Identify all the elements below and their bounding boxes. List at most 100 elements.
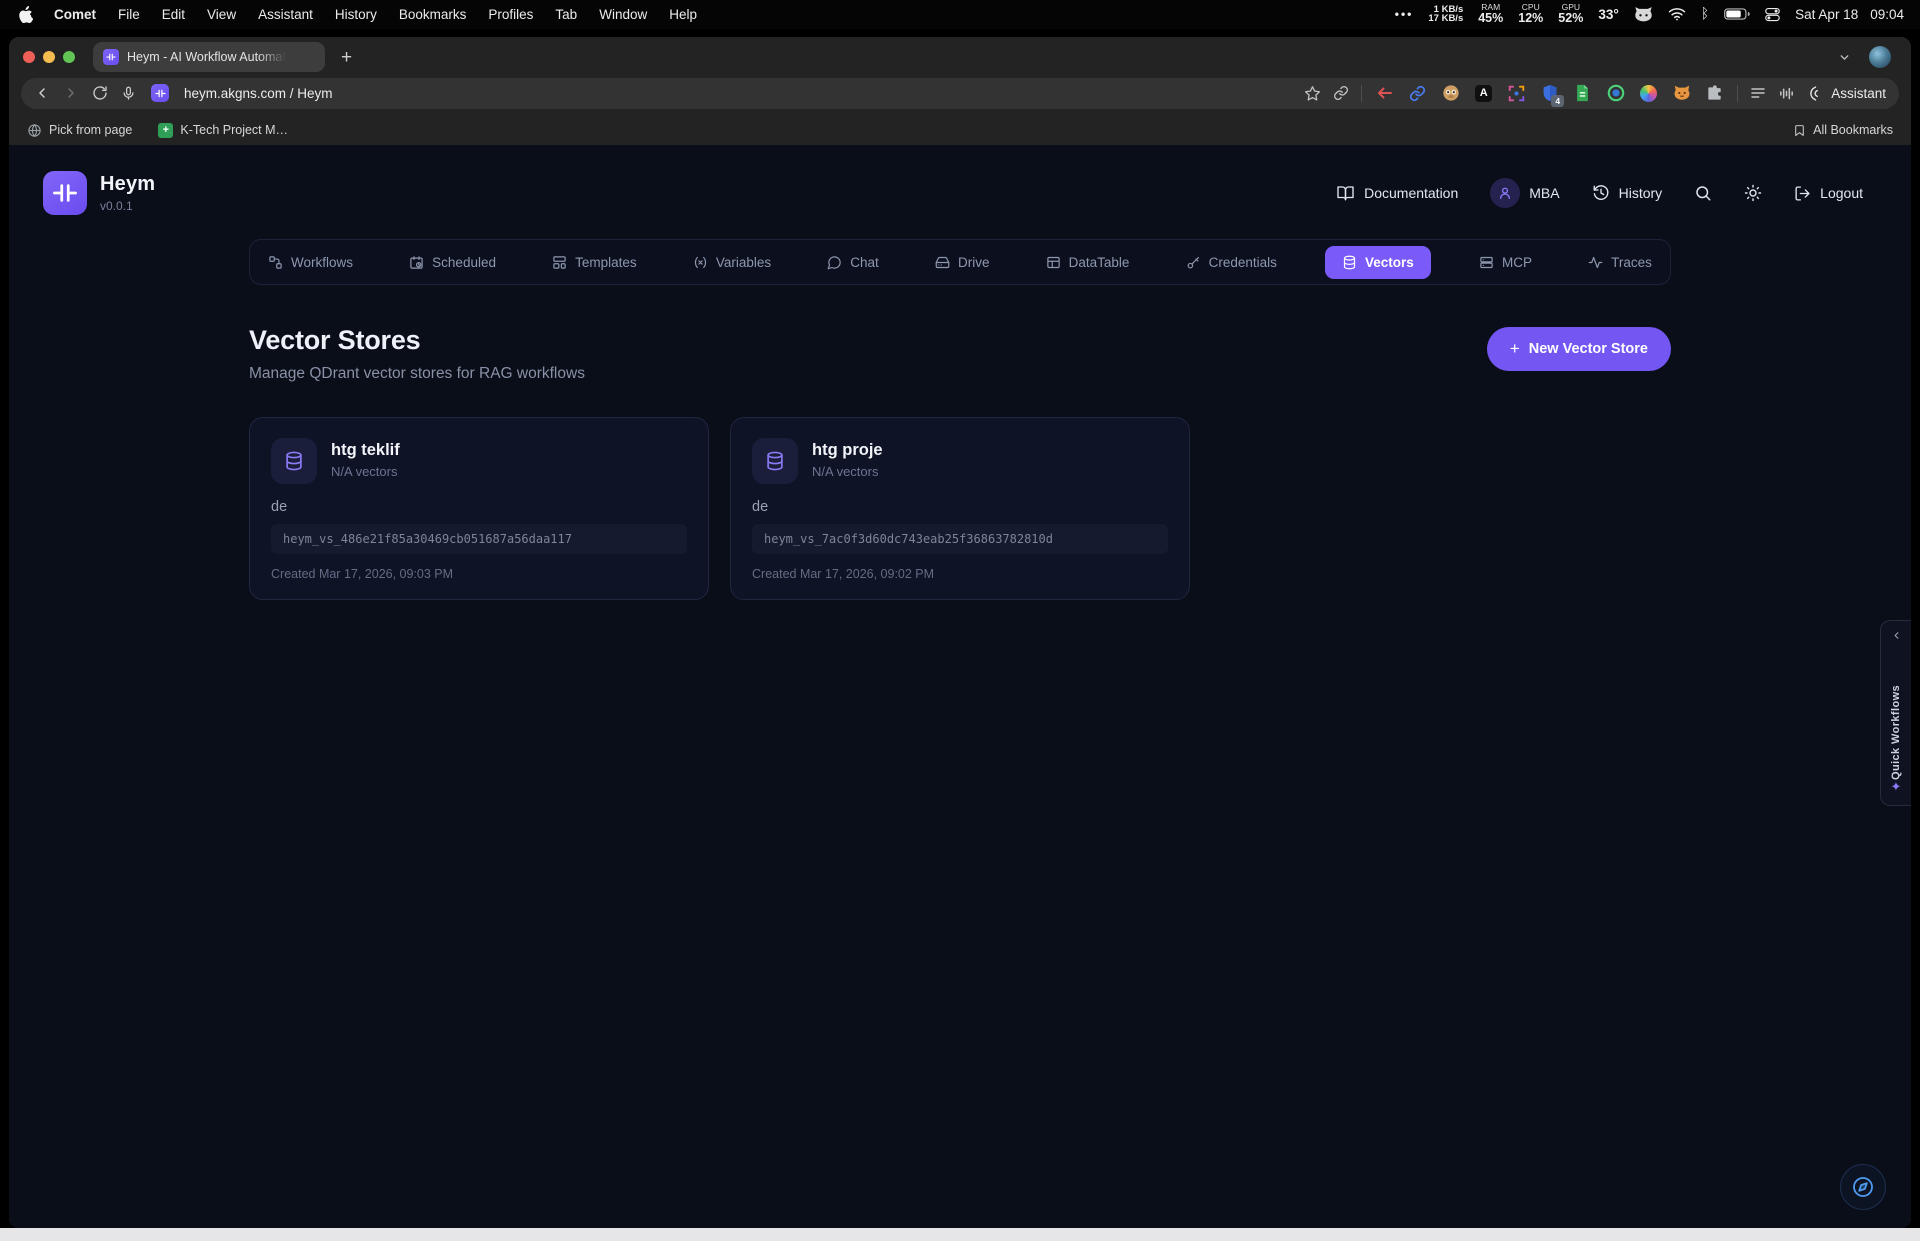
shield-badge: 4 — [1551, 95, 1564, 107]
ram-meter[interactable]: RAM 45% — [1478, 3, 1503, 25]
documentation-link[interactable]: Documentation — [1336, 184, 1458, 202]
tab-workflows[interactable]: Workflows — [260, 246, 361, 279]
cpu-meter[interactable]: CPU 12% — [1518, 3, 1543, 25]
profile-avatar[interactable] — [1869, 46, 1891, 68]
bookmark-star-icon[interactable] — [1304, 85, 1321, 102]
ext-dark-reader-icon[interactable]: A — [1473, 83, 1494, 104]
new-tab-button[interactable]: + — [341, 48, 352, 67]
menu-app-name[interactable]: Comet — [43, 7, 107, 22]
store-id[interactable]: heym_vs_7ac0f3d60dc743eab25f36863782810d — [752, 524, 1168, 554]
apple-menu-icon[interactable] — [16, 6, 43, 23]
database-icon — [271, 438, 317, 484]
tab-templates[interactable]: Templates — [544, 246, 645, 279]
ext-orange-cat-icon[interactable] — [1671, 83, 1692, 104]
ext-red-back-arrow-icon[interactable] — [1374, 83, 1395, 104]
ext-color-palette-icon[interactable] — [1638, 83, 1659, 104]
ext-green-doc-icon[interactable] — [1572, 83, 1593, 104]
compass-button[interactable] — [1840, 1164, 1886, 1210]
bluetooth-icon[interactable]: ᛒ — [1701, 6, 1709, 22]
macos-menubar: Comet File Edit View Assistant History B… — [0, 0, 1920, 29]
ext-blue-link-icon[interactable] — [1407, 83, 1428, 104]
logout-button[interactable]: Logout — [1794, 185, 1863, 202]
user-menu[interactable]: MBA — [1490, 178, 1559, 208]
close-window-button[interactable] — [23, 51, 35, 63]
zoom-window-button[interactable] — [63, 51, 75, 63]
tab-scheduled[interactable]: Scheduled — [401, 246, 504, 279]
vector-store-card[interactable]: htg proje N/A vectors de heym_vs_7ac0f3d… — [730, 417, 1190, 600]
tab-chat[interactable]: Chat — [819, 246, 887, 279]
menu-window[interactable]: Window — [588, 7, 658, 22]
omnibox[interactable]: heym.akgns.com / Heym — [21, 78, 1899, 109]
store-description: de — [271, 499, 687, 515]
voice-waveform-icon[interactable] — [1778, 85, 1795, 102]
page-subtitle: Manage QDrant vector stores for RAG work… — [249, 365, 585, 383]
menu-profiles[interactable]: Profiles — [477, 7, 544, 22]
more-status-icon[interactable]: ••• — [1395, 7, 1414, 21]
back-icon[interactable] — [34, 85, 50, 101]
store-vector-count: N/A vectors — [812, 464, 883, 479]
menu-bookmarks[interactable]: Bookmarks — [388, 7, 478, 22]
url-text[interactable]: heym.akgns.com / Heym — [184, 86, 333, 101]
menu-view[interactable]: View — [196, 7, 247, 22]
bookmark-pick-from-page[interactable]: Pick from page — [27, 123, 132, 138]
all-bookmarks-button[interactable]: All Bookmarks — [1793, 123, 1893, 138]
assistant-button[interactable]: Assistant — [1807, 85, 1886, 102]
menu-file[interactable]: File — [107, 7, 151, 22]
user-avatar-icon — [1490, 178, 1520, 208]
ext-puzzle-icon[interactable] — [1704, 83, 1725, 104]
chevron-left-icon[interactable] — [1891, 630, 1902, 641]
history-link[interactable]: History — [1592, 184, 1663, 202]
control-center-icon[interactable] — [1765, 7, 1780, 22]
tab-traces[interactable]: Traces — [1580, 246, 1660, 279]
vector-store-card[interactable]: htg teklif N/A vectors de heym_vs_486e21… — [249, 417, 709, 600]
cat-app-icon[interactable] — [1634, 6, 1653, 22]
tab-search-chevron-icon[interactable] — [1838, 51, 1851, 64]
tab-datatable[interactable]: DataTable — [1038, 246, 1138, 279]
tab-vectors[interactable]: Vectors — [1325, 246, 1431, 279]
voice-search-icon[interactable] — [121, 85, 136, 102]
menu-help[interactable]: Help — [658, 7, 708, 22]
tab-mcp[interactable]: MCP — [1471, 246, 1540, 279]
brand: Heym v0.0.1 — [43, 171, 155, 215]
ext-green-ring-icon[interactable] — [1605, 83, 1626, 104]
menu-tab[interactable]: Tab — [544, 7, 588, 22]
bookmark-ktech[interactable]: + K-Tech Project M… — [158, 123, 288, 138]
menu-assistant[interactable]: Assistant — [247, 7, 324, 22]
menu-edit[interactable]: Edit — [151, 7, 196, 22]
menubar-clock[interactable]: Sat Apr 18 09:04 — [1795, 7, 1904, 22]
sparkles-icon: ✦ — [1891, 780, 1902, 795]
store-vector-count: N/A vectors — [331, 464, 400, 479]
app-name: Heym — [100, 173, 155, 196]
desktop-background — [0, 1228, 1920, 1241]
battery-icon[interactable] — [1724, 8, 1750, 20]
ext-shield-icon[interactable]: 4 — [1539, 83, 1560, 104]
menu-history[interactable]: History — [324, 7, 388, 22]
site-favicon — [151, 84, 169, 102]
sheet-icon: + — [158, 123, 173, 138]
tab-credentials[interactable]: Credentials — [1178, 246, 1285, 279]
new-vector-store-button[interactable]: + New Vector Store — [1487, 327, 1671, 371]
wifi-icon[interactable] — [1668, 7, 1686, 21]
tab-title: Heym - AI Workflow Automat — [127, 50, 286, 64]
reload-icon[interactable] — [92, 85, 108, 101]
gpu-meter[interactable]: GPU 52% — [1558, 3, 1583, 25]
tab-variables[interactable]: Variables — [685, 246, 779, 279]
database-icon — [752, 438, 798, 484]
heym-logo-icon — [43, 171, 87, 215]
quick-workflows-panel[interactable]: Quick Workflows ✦ — [1880, 620, 1911, 806]
search-icon[interactable] — [1694, 184, 1712, 202]
browser-window: Heym - AI Workflow Automat + — [9, 37, 1911, 1228]
minimize-window-button[interactable] — [43, 51, 55, 63]
page-title: Vector Stores — [249, 325, 585, 356]
temperature[interactable]: 33° — [1598, 7, 1618, 22]
network-speed[interactable]: 1 KB/s 17 KB/s — [1428, 5, 1463, 25]
copy-link-icon[interactable] — [1333, 85, 1349, 101]
ext-screenshot-icon[interactable] — [1506, 83, 1527, 104]
reader-mode-icon[interactable] — [1750, 86, 1766, 100]
theme-toggle-icon[interactable] — [1744, 184, 1762, 202]
ext-monkey-icon[interactable] — [1440, 83, 1461, 104]
forward-icon[interactable] — [63, 85, 79, 101]
store-id[interactable]: heym_vs_486e21f85a30469cb051687a56daa117 — [271, 524, 687, 554]
browser-tab[interactable]: Heym - AI Workflow Automat — [93, 42, 325, 72]
tab-drive[interactable]: Drive — [927, 246, 998, 279]
